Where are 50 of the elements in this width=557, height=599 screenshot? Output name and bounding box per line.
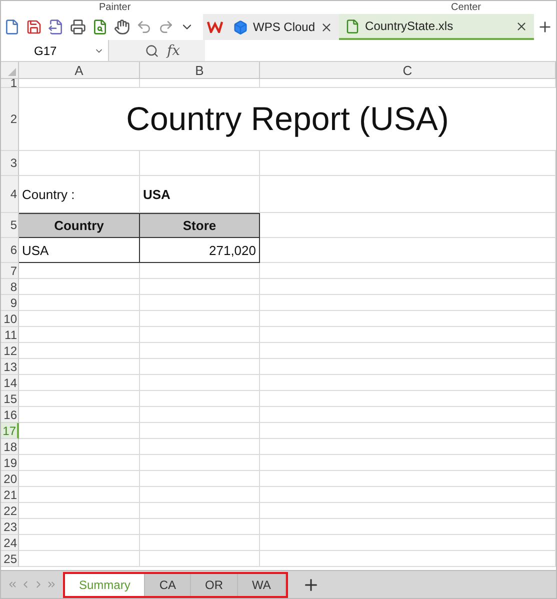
name-box[interactable]: G17 <box>1 40 109 61</box>
column-header[interactable]: C <box>260 62 556 79</box>
close-icon[interactable] <box>320 20 334 34</box>
row-header[interactable]: 13 <box>1 359 19 375</box>
document-tab[interactable]: WPS Cloud <box>227 14 340 40</box>
ribbon-label: Painter <box>99 2 132 14</box>
close-icon[interactable] <box>515 20 528 32</box>
table-cell: USA <box>19 238 140 263</box>
row-header[interactable]: 7 <box>1 263 19 279</box>
row-header[interactable]: 3 <box>1 151 19 176</box>
cube-icon <box>233 20 248 34</box>
row-header[interactable]: 25 <box>1 551 19 567</box>
row-header[interactable]: 11 <box>1 327 19 343</box>
table-cell: Store <box>140 213 260 238</box>
row-header[interactable]: 16 <box>1 407 19 423</box>
row-header[interactable]: 24 <box>1 535 19 551</box>
column-header[interactable]: A <box>19 62 140 79</box>
logo-icon <box>207 21 223 33</box>
row-header[interactable]: 15 <box>1 391 19 407</box>
row-header[interactable]: 10 <box>1 311 19 327</box>
table-cell: Country <box>19 213 140 238</box>
row-header[interactable]: 21 <box>1 487 19 503</box>
row-header[interactable]: 18 <box>1 439 19 455</box>
row-header[interactable]: 4 <box>1 176 19 213</box>
spreadsheet-icon <box>345 18 360 34</box>
report-title: Country Report (USA) <box>19 88 556 151</box>
row-header[interactable]: 2 <box>1 88 19 151</box>
zoom-icon[interactable] <box>145 44 159 58</box>
row-header[interactable]: 5 <box>1 213 19 238</box>
sheet-tab[interactable]: OR <box>191 574 238 596</box>
ribbon-label: Center <box>451 2 482 14</box>
document-tab[interactable]: CountryState.xls <box>339 14 534 40</box>
table-cell: 271,020 <box>140 238 260 263</box>
row-header[interactable]: 17 <box>1 423 19 439</box>
row-header[interactable]: 22 <box>1 503 19 519</box>
function-label[interactable]: fx <box>167 42 180 58</box>
sheet-tab[interactable]: WA <box>238 574 286 596</box>
row-header[interactable]: 19 <box>1 455 19 471</box>
corner-triangle-icon <box>8 68 16 76</box>
sheet-tab[interactable]: CA <box>145 574 192 596</box>
row-header[interactable]: 9 <box>1 295 19 311</box>
row-header[interactable]: 23 <box>1 519 19 535</box>
row-header[interactable]: 8 <box>1 279 19 295</box>
row-header[interactable]: 14 <box>1 375 19 391</box>
row-header[interactable]: 6 <box>1 238 19 263</box>
row-header[interactable]: 20 <box>1 471 19 487</box>
formula-input[interactable] <box>205 40 556 61</box>
row-header[interactable]: 1 <box>1 79 19 88</box>
row-header[interactable]: 12 <box>1 343 19 359</box>
column-header[interactable]: B <box>140 62 260 79</box>
